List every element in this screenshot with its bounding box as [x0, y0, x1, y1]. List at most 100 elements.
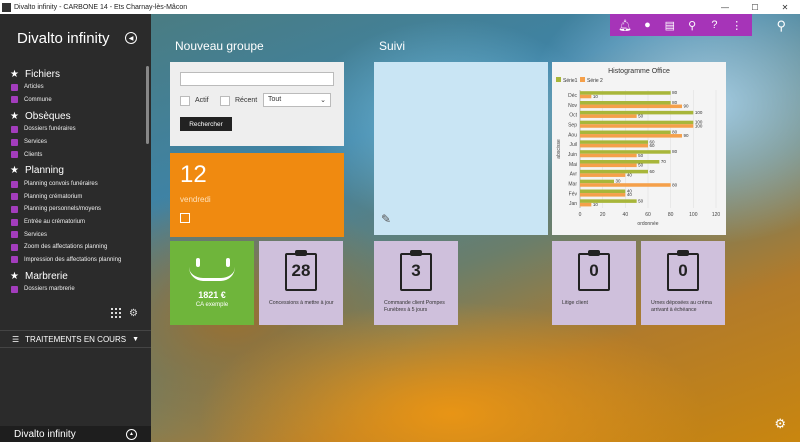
counter-label: Litige client — [562, 300, 588, 306]
sidebar-section[interactable]: ★ Marbrerie — [0, 269, 146, 283]
bar-serie1 — [580, 169, 648, 174]
settings-gear-icon[interactable]: ⚙ — [129, 308, 138, 319]
sidebar-section-title: Marbrerie — [25, 270, 68, 282]
sidebar-item[interactable]: Dossiers funéraires — [0, 123, 146, 136]
printer-icon[interactable]: ▤ — [661, 19, 679, 32]
date-tile[interactable]: 12 vendredi — [170, 153, 344, 237]
bar-serie2 — [580, 202, 592, 207]
bar-serie2 — [580, 124, 694, 128]
expand-up-icon[interactable]: ▲ — [126, 428, 137, 440]
counter-value: 28 — [291, 261, 311, 280]
smiley-icon — [196, 258, 230, 267]
window-titlebar: Divalto infinity - CARBONE 14 - Ets Char… — [0, 0, 800, 14]
clipboard-icon: 3 — [400, 250, 432, 291]
x-tick-label: 100 — [689, 212, 698, 218]
data-label-serie2: 10 — [593, 94, 599, 99]
data-label-serie2: 50 — [638, 163, 644, 168]
bar-serie2 — [580, 173, 626, 177]
settings-gear-icon[interactable]: ⚙ — [774, 416, 786, 432]
smile-icon — [189, 267, 235, 281]
rechercher-button[interactable]: Rechercher — [180, 117, 232, 131]
y-tick-label: Mai — [569, 162, 577, 168]
sidebar-item[interactable]: Planning crématorium — [0, 191, 146, 204]
sidebar-section[interactable]: ★ Fichiers — [0, 67, 146, 81]
ca-tile[interactable]: 1821 € CA exemple — [170, 241, 254, 325]
sidebar-footer: Divalto infinity ▲ — [0, 426, 151, 442]
counter-value: 3 — [411, 261, 421, 280]
sidebar-item[interactable]: Impression des affectations planning — [0, 254, 146, 267]
sidebar-scrollbar[interactable] — [146, 66, 149, 144]
sidebar-section[interactable]: ★ Planning — [0, 164, 146, 178]
collapse-sidebar-icon[interactable]: ◀ — [125, 32, 137, 44]
y-tick-label: Sep — [568, 122, 577, 128]
top-toolbar: 🔔︎ ● ▤ ⚲ ? ⋮ — [610, 14, 752, 36]
document-icon — [11, 83, 18, 91]
close-button[interactable]: ✕ — [770, 3, 800, 12]
bell-icon[interactable]: 🔔︎ — [616, 19, 634, 32]
counter-tile-litige[interactable]: 0 Litige client — [552, 241, 636, 325]
bar-serie1 — [580, 179, 614, 184]
search-icon[interactable]: ⚲ — [776, 18, 786, 34]
sidebar-item-label: Services — [24, 231, 48, 238]
document-icon — [11, 180, 18, 188]
data-label-serie2: 40 — [627, 192, 633, 197]
star-icon: ★ — [10, 68, 19, 80]
date-day: 12 — [180, 161, 207, 188]
sidebar-tools: ⚙ — [111, 308, 138, 319]
y-tick-label: Juin — [568, 152, 577, 158]
apps-grid-icon[interactable] — [111, 308, 121, 318]
sidebar-section[interactable]: ★ Obsèques — [0, 109, 146, 123]
actif-checkbox[interactable] — [180, 96, 190, 106]
minimize-button[interactable]: — — [710, 3, 740, 12]
x-tick-label: 40 — [623, 212, 629, 218]
counter-tile-concessions[interactable]: 28 Concessions à mettre à jour — [259, 241, 343, 325]
sidebar-item[interactable]: Commune — [0, 94, 146, 107]
help-icon[interactable]: ? — [705, 19, 723, 31]
actif-label: Actif — [195, 97, 209, 104]
date-weekday: vendredi — [180, 195, 211, 204]
counter-tile-urnes[interactable]: 0 Urnes déposées au créma arrivant à éch… — [641, 241, 725, 325]
document-icon — [11, 205, 18, 213]
data-label-serie1: 50 — [638, 198, 644, 203]
ca-label: CA exemple — [195, 302, 229, 308]
more-icon[interactable]: ⋮ — [728, 19, 746, 32]
search-person-icon[interactable]: ⚲ — [683, 19, 701, 32]
sidebar-item[interactable]: Entrée au crématorium — [0, 216, 146, 229]
sidebar-item[interactable]: Planning personnels/moyens — [0, 203, 146, 216]
document-icon — [11, 125, 18, 133]
y-tick-label: Nov — [568, 103, 577, 109]
x-axis-label: ordonnée — [637, 221, 658, 227]
bar-chart: Histogramme Office Série1 Série 2 0 20 40 60 80… — [556, 68, 721, 227]
x-tick-label: 60 — [645, 212, 651, 218]
chart-tile[interactable]: Histogramme Office Série1 Série 2 0 20 40 60 80… — [552, 62, 726, 235]
suivi-tile[interactable]: ✎ — [374, 62, 548, 235]
x-tick-label: 120 — [712, 212, 721, 218]
search-input[interactable] — [180, 72, 334, 86]
recent-checkbox[interactable] — [220, 96, 230, 106]
data-label-serie2: 50 — [638, 113, 644, 118]
sidebar-item[interactable]: Dossiers marbrerie — [0, 283, 146, 296]
counter-tile-commande[interactable]: 3 Commande client Pompes Funèbres à 5 jo… — [374, 241, 458, 325]
sidebar-item-label: Zoom des affectations planning — [24, 244, 108, 251]
sidebar-item[interactable]: Zoom des affectations planning — [0, 241, 146, 254]
sidebar-item-label: Planning convois funéraires — [24, 181, 98, 188]
document-icon — [11, 243, 18, 251]
sidebar-item-label: Articles — [24, 84, 44, 91]
sidebar-item[interactable]: Clients — [0, 148, 146, 161]
chart-title: Histogramme Office — [608, 68, 670, 75]
sidebar-item[interactable]: Services — [0, 228, 146, 241]
maximize-button[interactable]: ☐ — [740, 3, 770, 12]
pencil-icon[interactable]: ✎ — [381, 212, 391, 226]
footer-brand: Divalto infinity — [14, 428, 76, 440]
data-label-serie2: 90 — [684, 133, 690, 138]
sidebar-item[interactable]: Planning convois funéraires — [0, 178, 146, 191]
bar-serie2 — [580, 114, 637, 118]
data-label-serie1: 60 — [650, 169, 656, 174]
filter-select[interactable]: Tout ⌄ — [263, 93, 331, 107]
bar-serie2 — [580, 143, 648, 148]
traitements-en-cours[interactable]: ☰ TRAITEMENTS EN COURS ▼ — [0, 330, 151, 348]
y-tick-label: Jan — [569, 201, 577, 207]
sidebar-item[interactable]: Services — [0, 136, 146, 149]
user-icon[interactable]: ● — [638, 19, 656, 31]
sidebar-item[interactable]: Articles — [0, 81, 146, 94]
